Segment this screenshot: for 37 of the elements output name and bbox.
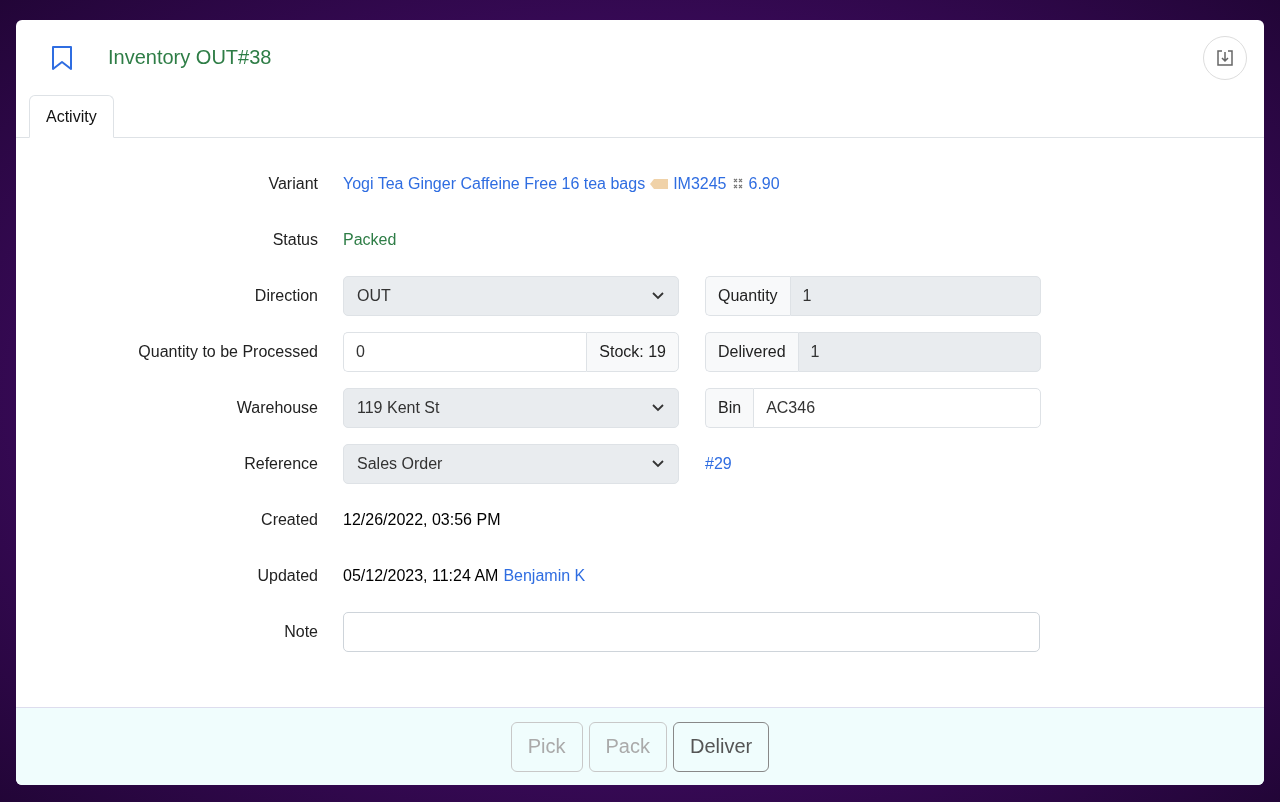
tag-icon — [650, 179, 669, 189]
price-link[interactable]: 6.90 — [748, 175, 780, 193]
input-field[interactable]: AC346 — [753, 388, 1041, 428]
user-link[interactable]: Benjamin K — [503, 567, 586, 585]
date-text: 12/26/2022, 03:56 PM — [343, 511, 501, 529]
select-field[interactable]: Sales Order — [343, 444, 679, 484]
field-label: Warehouse — [235, 398, 318, 418]
date-text: 05/12/2023, 11:24 AM — [343, 567, 499, 585]
chevron-down-icon — [652, 404, 664, 412]
chevron-down-icon — [652, 292, 664, 300]
reference-link[interactable]: #29 — [705, 455, 732, 473]
select-field[interactable]: 119 Kent St — [343, 388, 679, 428]
field-label: Direction — [253, 286, 318, 306]
status-text: Packed — [343, 230, 397, 249]
sku-link[interactable]: IM3245 — [673, 175, 727, 193]
input-addon: Bin — [705, 388, 754, 428]
tab[interactable]: Activity — [29, 95, 114, 138]
input-field[interactable]: 0 — [343, 332, 587, 372]
stock-addon: Stock: 19 — [586, 332, 679, 372]
input-addon: Delivered — [705, 332, 798, 372]
field-label: Note — [283, 622, 318, 642]
field-label: Variant — [267, 174, 318, 194]
field-label: Created — [260, 510, 318, 530]
note-field[interactable] — [343, 612, 1040, 652]
variant-link[interactable]: Yogi Tea Ginger Caffeine Free 16 tea bags — [343, 175, 646, 193]
download-icon — [1216, 48, 1234, 67]
window-title: Inventory OUT#38 — [108, 46, 273, 69]
download-button[interactable] — [1203, 35, 1247, 80]
field-label: Reference — [243, 454, 318, 474]
field-label: Quantity to be Processed — [137, 342, 318, 362]
bookmark-icon[interactable] — [51, 44, 73, 71]
field-label: Updated — [256, 566, 318, 586]
field-label: Status — [271, 230, 318, 250]
input-addon: Quantity — [705, 276, 790, 316]
select-field[interactable]: OUT — [343, 276, 679, 316]
chevron-down-icon — [652, 460, 664, 468]
action-button[interactable]: Deliver — [673, 721, 770, 772]
